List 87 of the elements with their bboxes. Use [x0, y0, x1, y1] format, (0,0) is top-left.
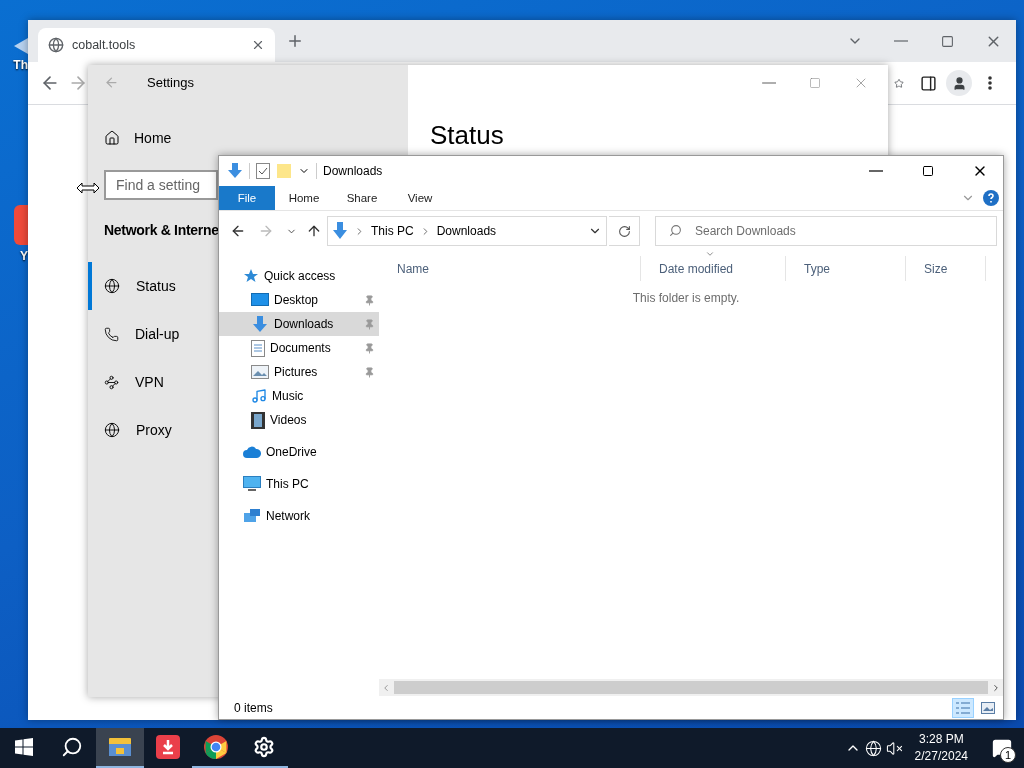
- maximize-icon: [940, 34, 954, 48]
- nav-item[interactable]: Documents: [219, 336, 379, 360]
- windows-logo-icon: [15, 738, 33, 756]
- search-field[interactable]: Find a setting: [104, 170, 218, 200]
- browser-tab[interactable]: cobalt.tools: [38, 28, 275, 62]
- network-icon[interactable]: [864, 739, 882, 757]
- side-panel-icon: [919, 74, 937, 92]
- ribbon-tab[interactable]: Home: [275, 186, 333, 210]
- nav-item[interactable]: Pictures: [219, 360, 379, 384]
- minimize-icon: [762, 81, 776, 84]
- music-note-icon: [251, 388, 267, 404]
- refresh-button[interactable]: [609, 216, 640, 246]
- nav-item[interactable]: Quick access: [219, 264, 379, 288]
- star-icon: [243, 268, 259, 284]
- home-link[interactable]: Home: [88, 100, 198, 158]
- address-bar[interactable]: This PC Downloads: [327, 216, 607, 246]
- globe-icon: [48, 37, 64, 53]
- forward-arrow-icon: [258, 223, 274, 239]
- nav-item[interactable]: Proxy: [88, 406, 218, 454]
- minimize-icon: [894, 40, 908, 42]
- nav-item[interactable]: Network: [219, 504, 379, 528]
- download-icon: [332, 222, 348, 240]
- chrome-logo-icon: [204, 735, 228, 759]
- close-tab-icon[interactable]: [251, 38, 265, 52]
- nav-item[interactable]: Downloads: [219, 312, 379, 336]
- maximize-icon: [922, 165, 934, 177]
- notification-count: 1: [1000, 747, 1016, 763]
- minimize-icon: [869, 170, 883, 172]
- column-header[interactable]: Size: [906, 256, 986, 281]
- window-title: Downloads: [323, 164, 383, 178]
- maximize-icon: [809, 76, 821, 89]
- image-icon: [981, 701, 995, 714]
- refresh-icon: [617, 224, 631, 238]
- menu-icon: [988, 76, 992, 90]
- column-header[interactable]: Name: [379, 256, 641, 281]
- cloud-icon: [243, 446, 261, 458]
- nav-item[interactable]: VPN: [88, 358, 218, 406]
- download-icon: [251, 315, 269, 333]
- taskbar-app-button[interactable]: [96, 728, 144, 768]
- nav-item[interactable]: Music: [219, 384, 379, 408]
- page-heading: Status: [430, 120, 505, 151]
- desktop-icon-label: Y: [20, 249, 28, 263]
- nav-item[interactable]: Desktop: [219, 288, 379, 312]
- horizontal-scrollbar[interactable]: [379, 679, 1003, 696]
- globe-icon: [104, 278, 120, 294]
- window-title: Settings: [147, 75, 194, 90]
- section-title: Network & Interne: [104, 222, 219, 238]
- search-icon: [61, 736, 83, 758]
- help-icon[interactable]: [983, 190, 999, 206]
- document-icon: [251, 339, 265, 357]
- details-view-button[interactable]: [952, 697, 974, 718]
- muted-speaker-icon[interactable]: [885, 739, 903, 757]
- ribbon-tab[interactable]: File: [219, 186, 275, 210]
- app-icon: [14, 205, 28, 245]
- film-icon: [251, 411, 265, 429]
- nav-item[interactable]: Dial-up: [88, 310, 218, 358]
- item-count: 0 items: [234, 700, 273, 715]
- empty-message: This folder is empty.: [632, 291, 740, 305]
- details-list-icon: [956, 701, 970, 714]
- home-icon: [104, 130, 120, 146]
- nav-item[interactable]: This PC: [219, 472, 379, 496]
- properties-icon[interactable]: [256, 163, 270, 179]
- resize-cursor-icon: [76, 182, 100, 194]
- desktop-icon-label: Th: [13, 58, 28, 72]
- download-app-icon: [156, 735, 180, 759]
- gear-icon: [253, 736, 275, 758]
- plus-icon: [286, 32, 304, 50]
- person-icon: [951, 75, 967, 91]
- folder-icon: [109, 738, 131, 756]
- nodes-icon: [104, 374, 119, 390]
- network-icon: [243, 508, 261, 524]
- clock[interactable]: 3:28 PM 2/27/2024: [906, 731, 976, 765]
- monitor-icon: [243, 476, 261, 492]
- phone-icon: [104, 326, 119, 342]
- notifications-button[interactable]: 1: [980, 728, 1024, 768]
- search-icon: [669, 224, 682, 237]
- profile-button[interactable]: [946, 70, 972, 96]
- ribbon-tab[interactable]: View: [391, 186, 449, 210]
- pictures-icon: [251, 365, 269, 379]
- nav-item[interactable]: OneDrive: [219, 440, 379, 464]
- ribbon-tab[interactable]: Share: [333, 186, 391, 210]
- download-icon: [227, 163, 243, 179]
- desktop-icon: [251, 293, 269, 307]
- nav-item[interactable]: Videos: [219, 408, 379, 432]
- column-header[interactable]: Date modified: [641, 256, 786, 281]
- column-header[interactable]: Type: [786, 256, 906, 281]
- globe-icon: [104, 422, 120, 438]
